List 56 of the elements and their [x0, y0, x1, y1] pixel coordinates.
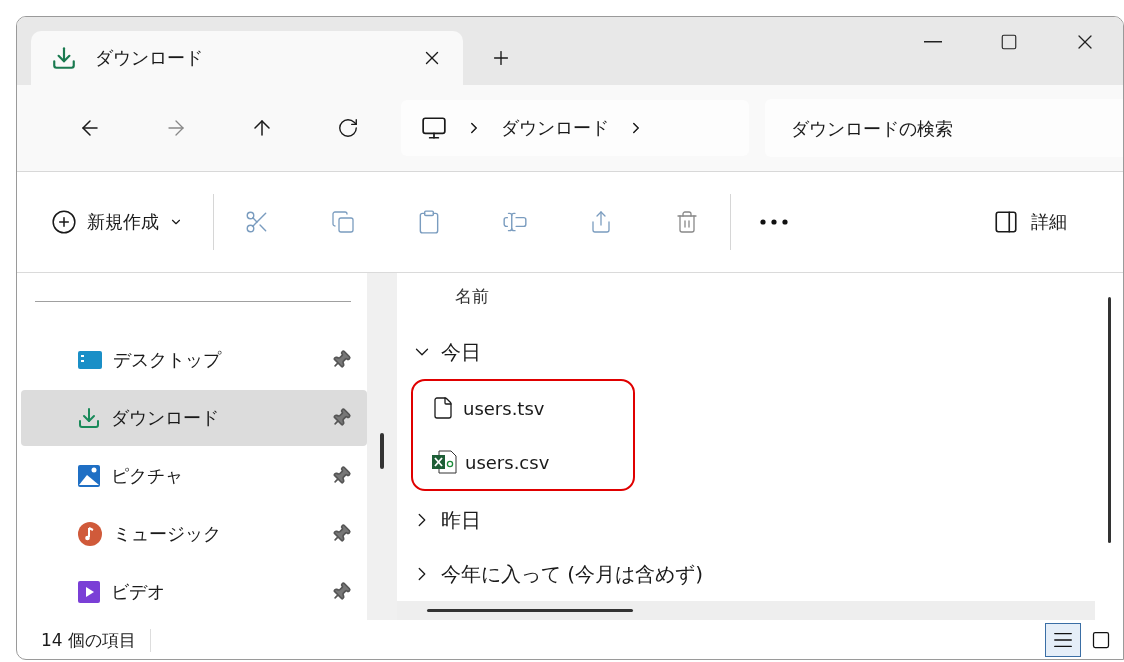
sidebar-scrollbar[interactable] [367, 273, 397, 620]
sidebar-item[interactable]: ミュージック [21, 506, 367, 562]
new-button[interactable]: 新規作成 [51, 209, 183, 235]
search-field[interactable]: ダウンロードの検索 [765, 99, 1123, 157]
share-icon [589, 210, 613, 234]
sidebar-label: ダウンロード [111, 406, 220, 430]
scrollbar-thumb[interactable] [427, 609, 633, 612]
sidebar-item[interactable]: デスクトップ [21, 332, 367, 388]
scrollbar-thumb[interactable] [380, 433, 384, 469]
horizontal-scrollbar[interactable] [397, 601, 1095, 620]
desktop-icon [77, 349, 103, 371]
file-row[interactable]: users.tsv [413, 381, 633, 435]
maximize-icon [1000, 33, 1018, 51]
sidebar-label: ミュージック [113, 522, 222, 546]
sidebar-label: デスクトップ [113, 348, 223, 372]
group-header[interactable]: 今日 [411, 325, 1095, 379]
scrollbar-thumb[interactable] [1107, 297, 1111, 543]
group-header[interactable]: 昨日 [411, 493, 1095, 547]
tab[interactable]: ダウンロード [31, 31, 463, 85]
monitor-icon [421, 115, 447, 141]
copy-icon [331, 210, 355, 234]
trash-icon [675, 210, 699, 234]
picture-icon [77, 464, 101, 488]
details-view-button[interactable] [1045, 623, 1081, 657]
sidebar-item[interactable]: ビデオ [21, 564, 367, 620]
spreadsheet-file-icon [431, 450, 457, 474]
refresh-icon [337, 117, 359, 139]
plus-circle-icon [51, 209, 77, 235]
column-header[interactable]: 名前 [411, 281, 1095, 325]
group-label: 昨日 [441, 506, 481, 534]
download-icon [51, 45, 77, 71]
file-name: users.csv [465, 451, 550, 473]
item-count: 14 個の項目 [41, 628, 152, 652]
address-bar[interactable]: ダウンロード [401, 100, 749, 156]
minimize-icon [924, 41, 942, 43]
more-icon [760, 219, 788, 225]
group-header[interactable]: 今年に入って (今月は含めず) [411, 547, 1095, 601]
music-icon [77, 521, 103, 547]
breadcrumb[interactable]: ダウンロード [501, 116, 609, 140]
panel-icon [993, 209, 1019, 235]
video-icon [77, 580, 101, 604]
details-button[interactable]: 詳細 [987, 208, 1073, 236]
sidebar-label: ビデオ [111, 580, 166, 604]
sidebar-item[interactable]: ダウンロード [21, 390, 367, 446]
sidebar-label: ピクチャ [111, 464, 184, 488]
details-label: 詳細 [1031, 210, 1067, 234]
tile-icon [1091, 630, 1111, 650]
file-icon [431, 396, 455, 420]
file-name: users.tsv [463, 397, 545, 419]
sidebar-item[interactable]: ピクチャ [21, 448, 367, 504]
download-icon [77, 406, 101, 430]
group-label: 今年に入って (今月は含めず) [441, 560, 703, 588]
new-label: 新規作成 [87, 210, 159, 234]
tab-title: ダウンロード [95, 46, 204, 70]
group-label: 今日 [441, 338, 481, 366]
file-row[interactable]: users.csv [413, 435, 633, 489]
